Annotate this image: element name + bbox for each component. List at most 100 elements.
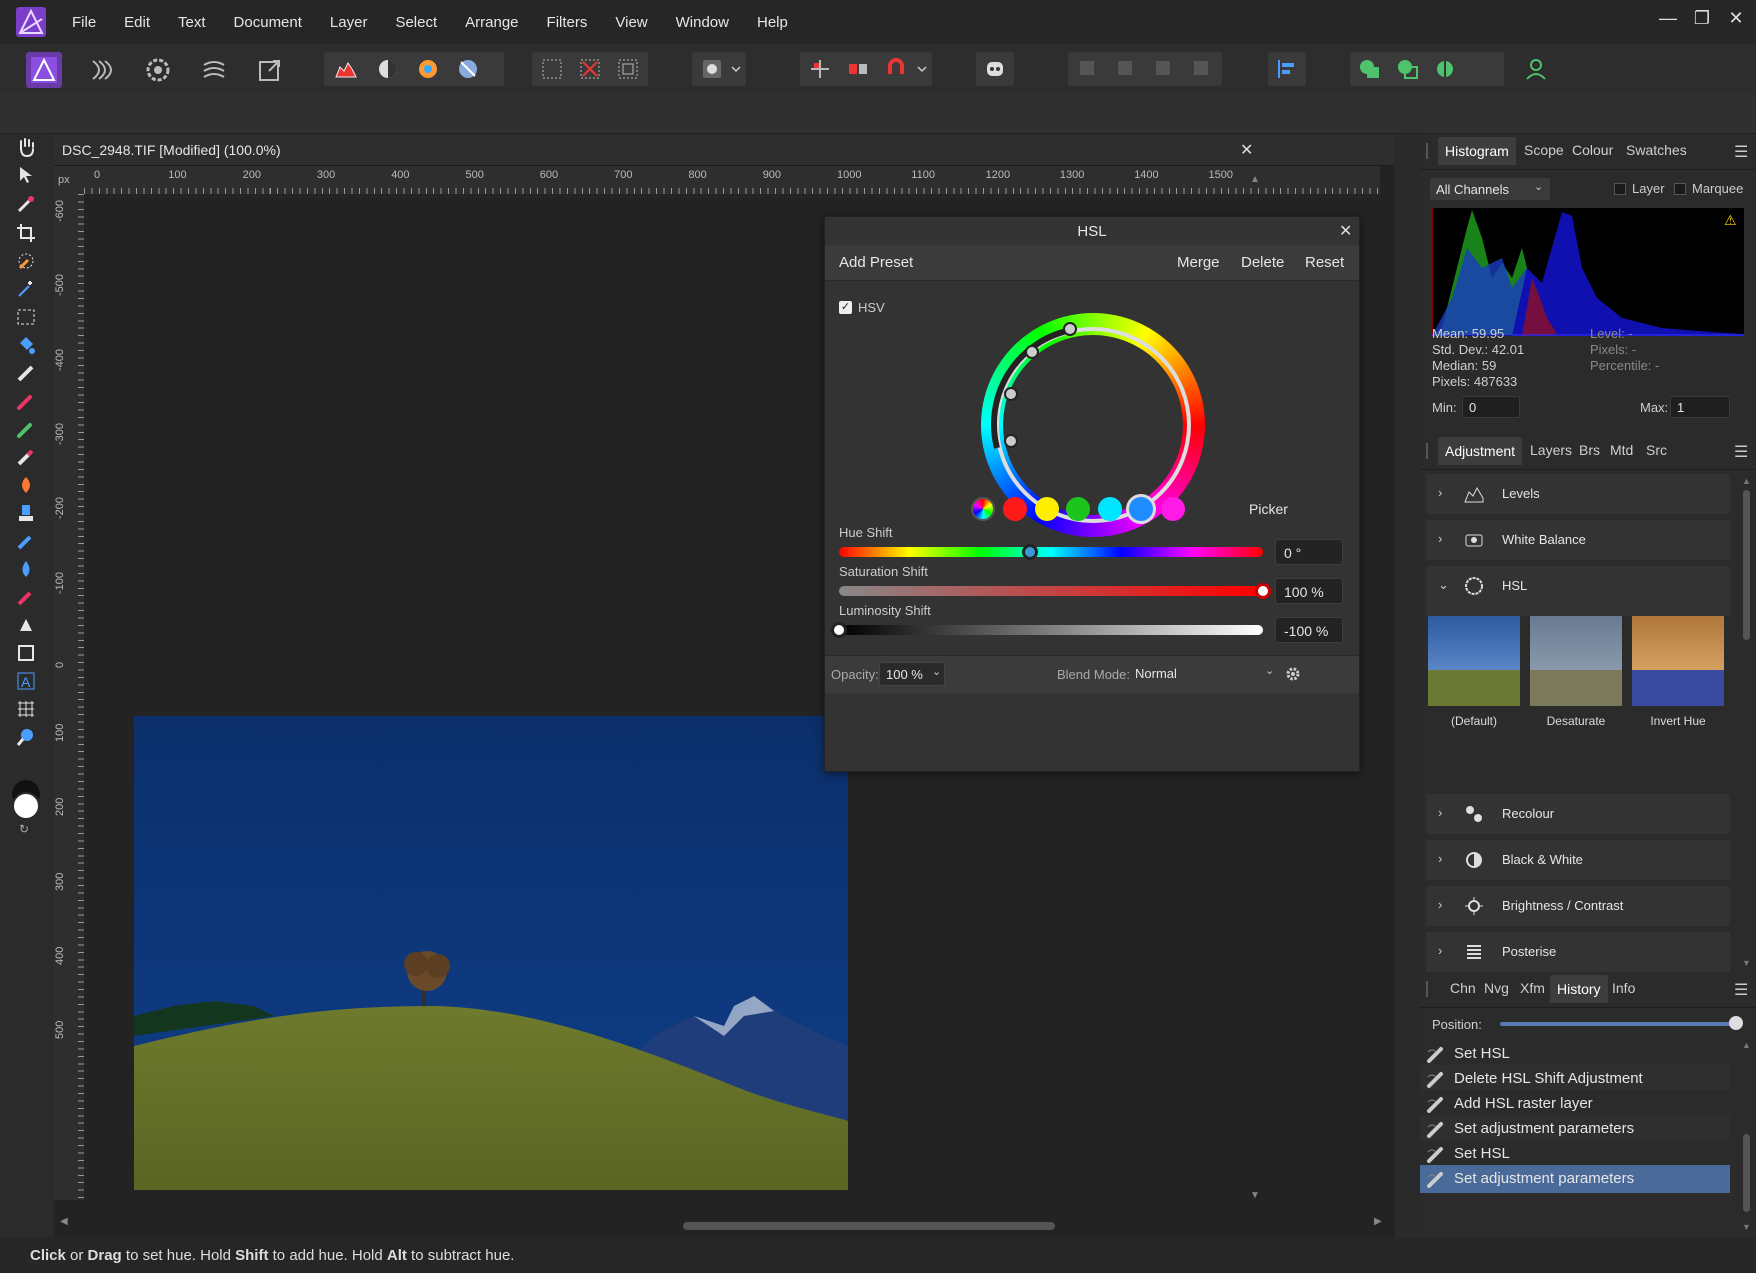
scroll-up-icon[interactable]: ▲ bbox=[1742, 1040, 1751, 1050]
adjustment-posterise[interactable]: › Posterise bbox=[1426, 932, 1730, 972]
picker-button[interactable]: Picker bbox=[1249, 501, 1288, 517]
intersect-shape-icon[interactable] bbox=[1428, 51, 1464, 87]
chevron-down-icon[interactable] bbox=[912, 51, 932, 87]
hue-shift-slider-thumb[interactable] bbox=[1021, 544, 1038, 560]
luminosity-shift-slider-thumb[interactable] bbox=[831, 622, 847, 638]
history-item[interactable]: Set adjustment parameters bbox=[1420, 1165, 1730, 1193]
master-hue-dot[interactable] bbox=[971, 497, 995, 521]
panel-menu-icon[interactable]: ☰ bbox=[1734, 980, 1748, 1000]
tab-adjustment[interactable]: Adjustment bbox=[1438, 437, 1523, 465]
luminosity-shift-slider[interactable] bbox=[839, 625, 1263, 635]
horizontal-ruler[interactable]: 0 100 200 300 400 500 600 700 800 900 1000 1100 1200… bbox=[84, 166, 1380, 194]
hand-tool-icon[interactable] bbox=[13, 134, 39, 160]
tab-swatches[interactable]: Swatches bbox=[1626, 142, 1687, 158]
move-to-front-icon[interactable] bbox=[1184, 51, 1220, 87]
liquify-persona-icon[interactable] bbox=[84, 52, 120, 88]
subtract-shape-icon[interactable] bbox=[1390, 51, 1426, 87]
tab-colour[interactable]: Colour bbox=[1572, 142, 1613, 158]
reset-button[interactable]: Reset bbox=[1305, 254, 1344, 271]
history-scrollbar[interactable] bbox=[1743, 1134, 1750, 1212]
hsv-checkbox[interactable]: ✓ bbox=[839, 301, 852, 314]
crop-tool-icon[interactable] bbox=[13, 220, 39, 246]
flood-select-tool-icon[interactable] bbox=[13, 276, 39, 302]
hue-shift-slider[interactable] bbox=[839, 547, 1263, 557]
develop-persona-icon[interactable] bbox=[140, 52, 176, 88]
move-to-back-icon[interactable] bbox=[1070, 51, 1106, 87]
preset-default-thumbnail[interactable] bbox=[1428, 616, 1520, 706]
history-item[interactable]: Delete HSL Shift Adjustment bbox=[1420, 1065, 1730, 1093]
histogram-display-icon[interactable] bbox=[328, 51, 364, 87]
menu-help[interactable]: Help bbox=[745, 14, 804, 31]
saturation-shift-value[interactable]: 100 % bbox=[1275, 578, 1343, 604]
panel-menu-icon[interactable]: ☰ bbox=[1734, 442, 1748, 462]
pen-tool-icon[interactable] bbox=[13, 612, 39, 638]
minimize-window-button[interactable]: — bbox=[1654, 8, 1682, 29]
tab-channels[interactable]: Chn bbox=[1450, 980, 1476, 996]
menu-view[interactable]: View bbox=[603, 14, 663, 31]
dodge-burn-tool-icon[interactable] bbox=[13, 472, 39, 498]
saturation-shift-slider-thumb[interactable] bbox=[1255, 583, 1271, 599]
menu-edit[interactable]: Edit bbox=[112, 14, 166, 31]
primary-colour-swatch[interactable] bbox=[12, 792, 40, 820]
scroll-down-icon[interactable]: ▼ bbox=[1250, 1190, 1260, 1201]
min-field[interactable]: 0 bbox=[1462, 396, 1520, 418]
red-eye-tool-icon[interactable] bbox=[13, 584, 39, 610]
hsl-title-bar[interactable]: HSL ✕ bbox=[825, 217, 1359, 245]
delete-button[interactable]: Delete bbox=[1241, 254, 1284, 271]
maximize-window-button[interactable]: ❐ bbox=[1688, 8, 1716, 29]
align-icon[interactable] bbox=[802, 51, 838, 87]
history-item[interactable]: Set adjustment parameters bbox=[1420, 1115, 1730, 1143]
erase-brush-tool-icon[interactable] bbox=[13, 444, 39, 470]
scroll-left-icon[interactable]: ◀ bbox=[60, 1216, 68, 1227]
blend-mode-select[interactable]: Normal ⌄ bbox=[1133, 662, 1277, 686]
affinity-photo-logo-icon[interactable] bbox=[16, 7, 46, 37]
gear-icon[interactable] bbox=[1285, 666, 1301, 685]
menu-arrange[interactable]: Arrange bbox=[453, 14, 534, 31]
hue-range-dot[interactable] bbox=[1097, 497, 1122, 521]
adjustment-black-white[interactable]: › Black & White bbox=[1426, 840, 1730, 880]
quick-mask-icon[interactable] bbox=[694, 51, 730, 87]
history-item[interactable]: Set HSL bbox=[1420, 1040, 1730, 1068]
adjustment-scrollbar[interactable] bbox=[1743, 490, 1750, 640]
close-window-button[interactable]: ✕ bbox=[1722, 8, 1750, 29]
auto-colour-icon[interactable] bbox=[410, 51, 446, 87]
saturation-shift-slider[interactable] bbox=[839, 586, 1263, 596]
menu-document[interactable]: Document bbox=[222, 14, 318, 31]
add-shape-icon[interactable] bbox=[1352, 51, 1388, 87]
paint-brush-tool-icon[interactable] bbox=[13, 388, 39, 414]
align-left-icon[interactable] bbox=[1269, 51, 1305, 87]
menu-filters[interactable]: Filters bbox=[535, 14, 604, 31]
move-tool-icon[interactable] bbox=[13, 162, 39, 188]
invert-selection-icon[interactable] bbox=[610, 51, 646, 87]
healing-brush-tool-icon[interactable] bbox=[13, 528, 39, 554]
clone-tool-icon[interactable] bbox=[13, 500, 39, 526]
auto-white-balance-icon[interactable] bbox=[450, 51, 486, 87]
history-item[interactable]: Add HSL raster layer bbox=[1420, 1090, 1730, 1118]
menu-window[interactable]: Window bbox=[664, 14, 745, 31]
snapping-magnet-icon[interactable] bbox=[878, 51, 914, 87]
tab-transform[interactable]: Xfm bbox=[1520, 980, 1545, 996]
hue-range-dot[interactable] bbox=[1129, 497, 1153, 521]
adjustment-hsl[interactable]: ⌄ HSL (Default) Desaturate Invert Hue bbox=[1426, 566, 1730, 748]
colour-replacement-tool-icon[interactable] bbox=[13, 416, 39, 442]
preset-desaturate-thumbnail[interactable] bbox=[1530, 616, 1622, 706]
select-all-icon[interactable] bbox=[534, 51, 570, 87]
tab-scope[interactable]: Scope bbox=[1524, 142, 1564, 158]
hue-range-dot[interactable] bbox=[1160, 497, 1185, 521]
mirror-icon[interactable] bbox=[840, 51, 876, 87]
menu-text[interactable]: Text bbox=[166, 14, 222, 31]
marquee-checkbox[interactable] bbox=[1674, 183, 1686, 195]
blur-brush-tool-icon[interactable] bbox=[13, 556, 39, 582]
flood-fill-tool-icon[interactable] bbox=[13, 332, 39, 358]
tab-sources[interactable]: Src bbox=[1646, 442, 1667, 458]
zoom-tool-icon[interactable] bbox=[13, 724, 39, 750]
move-back-icon[interactable] bbox=[1108, 51, 1144, 87]
hue-shift-value[interactable]: 0 ° bbox=[1275, 539, 1343, 565]
selection-brush-tool-icon[interactable] bbox=[13, 248, 39, 274]
scroll-right-icon[interactable]: ▶ bbox=[1374, 1216, 1382, 1227]
horizontal-scrollbar[interactable] bbox=[683, 1222, 1055, 1230]
assistant-robot-icon[interactable] bbox=[977, 51, 1013, 87]
menu-layer[interactable]: Layer bbox=[318, 14, 384, 31]
layer-checkbox[interactable] bbox=[1614, 183, 1626, 195]
merge-button[interactable]: Merge bbox=[1177, 254, 1220, 271]
